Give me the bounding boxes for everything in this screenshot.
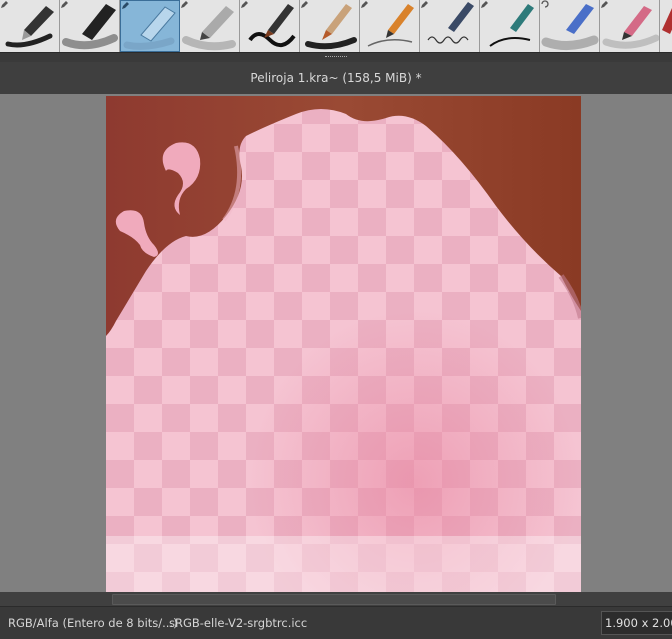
preset-fine-liner[interactable]: [480, 0, 540, 52]
marker-icon: [62, 4, 118, 50]
document-title-bar: Peliroja 1.kra~ (158,5 MiB) *: [0, 62, 672, 95]
preset-blender[interactable]: [540, 0, 600, 52]
preset-color-pencil[interactable]: [600, 0, 660, 52]
blender-icon: [541, 4, 599, 50]
preset-fountain-pen[interactable]: [360, 0, 420, 52]
soft-pencil-icon: [182, 6, 236, 51]
color-profile-label: sRGB-elle-V2-srgbtrc.icc: [169, 616, 308, 630]
preset-red-marker[interactable]: [660, 0, 672, 52]
preset-technical-pen[interactable]: [420, 0, 480, 52]
color-pencil-icon: [602, 6, 659, 49]
technical-pen-icon: [427, 2, 474, 44]
ink-brush-icon: [248, 4, 296, 48]
preset-paint-brush[interactable]: [300, 0, 360, 52]
preset-ink-pen[interactable]: [0, 0, 60, 52]
preset-ink-brush[interactable]: [240, 0, 300, 52]
canvas-area[interactable]: [0, 94, 672, 592]
document-title: Peliroja 1.kra~ (158,5 MiB) *: [250, 71, 422, 85]
red-marker-icon: [662, 8, 672, 34]
fountain-pen-icon: [367, 4, 414, 47]
horizontal-scrollbar[interactable]: [0, 592, 672, 606]
status-bar: RGB/Alfa (Entero de 8 bits/...) sRGB-ell…: [0, 606, 672, 639]
brush-preset-strip: [0, 0, 672, 56]
splitter-grip-icon[interactable]: [325, 56, 347, 59]
scrollbar-thumb[interactable]: [112, 594, 556, 605]
preset-marker[interactable]: [60, 0, 120, 52]
artwork: [106, 96, 581, 592]
image-size-field[interactable]: 1.900 x 2.000: [601, 611, 672, 635]
preset-soft-pencil[interactable]: [180, 0, 240, 52]
color-model-label: RGB/Alfa (Entero de 8 bits/...): [8, 616, 178, 630]
preset-airbrush-pen[interactable]: [120, 0, 180, 52]
ink-pen-icon: [5, 6, 54, 48]
drawing-canvas[interactable]: [106, 96, 581, 592]
paint-brush-icon: [305, 4, 357, 50]
fine-liner-icon: [489, 4, 534, 47]
airbrush-pen-icon: [123, 6, 176, 50]
